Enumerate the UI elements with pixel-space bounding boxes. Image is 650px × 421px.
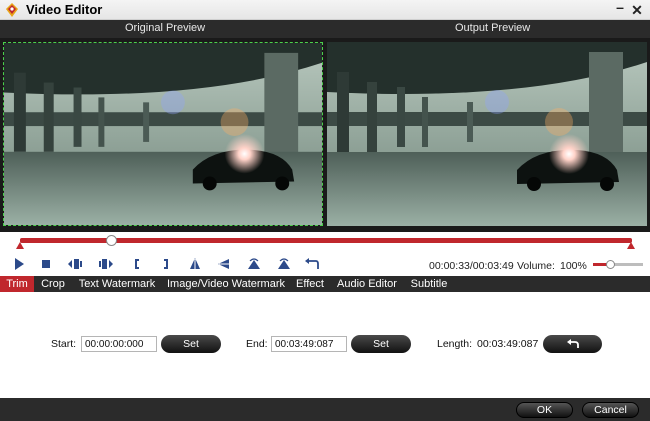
time-display: 00:00:33/00:03:49 [429,260,514,272]
minimize-button[interactable]: – [612,0,628,15]
next-frame-icon[interactable] [97,256,115,272]
trim-panel: Start: Set End: Set Length: 00:03:49:087 [0,292,650,398]
output-preview-label: Output Preview [455,22,531,34]
volume-slider[interactable] [593,263,643,266]
original-preview-label: Original Preview [125,22,206,34]
end-label: End: [246,338,268,350]
set-end-bracket-icon[interactable] [157,256,175,272]
app-logo-icon [4,2,20,18]
output-preview-pane [327,42,647,226]
rotate-left-icon[interactable] [245,256,263,272]
tab-crop[interactable]: Crop [36,276,70,292]
trim-end-marker[interactable] [627,242,635,249]
set-end-button[interactable]: Set [351,335,411,353]
tab-subtitle[interactable]: Subtitle [406,276,452,292]
trim-start-marker[interactable] [16,242,24,249]
end-time-input[interactable] [271,336,347,352]
reset-arrow-icon [566,339,579,349]
length-label: Length: [437,338,473,350]
stop-icon[interactable] [37,256,55,272]
previous-frame-icon[interactable] [66,256,84,272]
dialog-footer: OK Cancel [0,398,650,421]
output-video-frame [327,42,647,226]
reset-trim-button[interactable] [543,335,602,353]
close-button[interactable]: ✕ [629,2,645,18]
window-title: Video Editor [26,2,103,17]
flip-vertical-icon[interactable] [186,256,204,272]
volume-handle[interactable] [605,260,615,269]
volume-value: 100% [560,260,587,272]
tab-text-watermark[interactable]: Text Watermark [75,276,159,292]
playhead-handle[interactable] [106,235,118,246]
start-label: Start: [51,338,77,350]
flip-horizontal-icon[interactable] [215,256,233,272]
volume-label: Volume: [517,260,555,272]
tab-trim[interactable]: Trim [0,276,34,292]
tab-image-video-watermark[interactable]: Image/Video Watermark [165,276,287,292]
set-start-bracket-icon[interactable] [128,256,146,272]
start-time-input[interactable] [81,336,157,352]
ok-button[interactable]: OK [516,402,573,418]
playback-controls: 00:00:33/00:03:49 Volume: 100% [0,252,650,276]
tab-audio-editor[interactable]: Audio Editor [334,276,400,292]
undo-icon[interactable] [303,256,321,272]
cancel-button[interactable]: Cancel [582,402,639,418]
set-start-button[interactable]: Set [161,335,221,353]
original-preview-pane[interactable] [3,42,323,226]
title-bar: Video Editor – ✕ [0,0,650,20]
play-icon[interactable] [10,256,28,272]
tab-effect[interactable]: Effect [292,276,328,292]
original-video-frame [4,43,322,225]
length-value: 00:03:49:087 [477,338,539,350]
preview-area [0,38,650,232]
timeline [0,232,650,252]
editor-tabs: Trim Crop Text Watermark Image/Video Wat… [0,276,650,292]
rotate-right-icon[interactable] [275,256,293,272]
preview-header: Original Preview Output Preview [0,20,650,38]
